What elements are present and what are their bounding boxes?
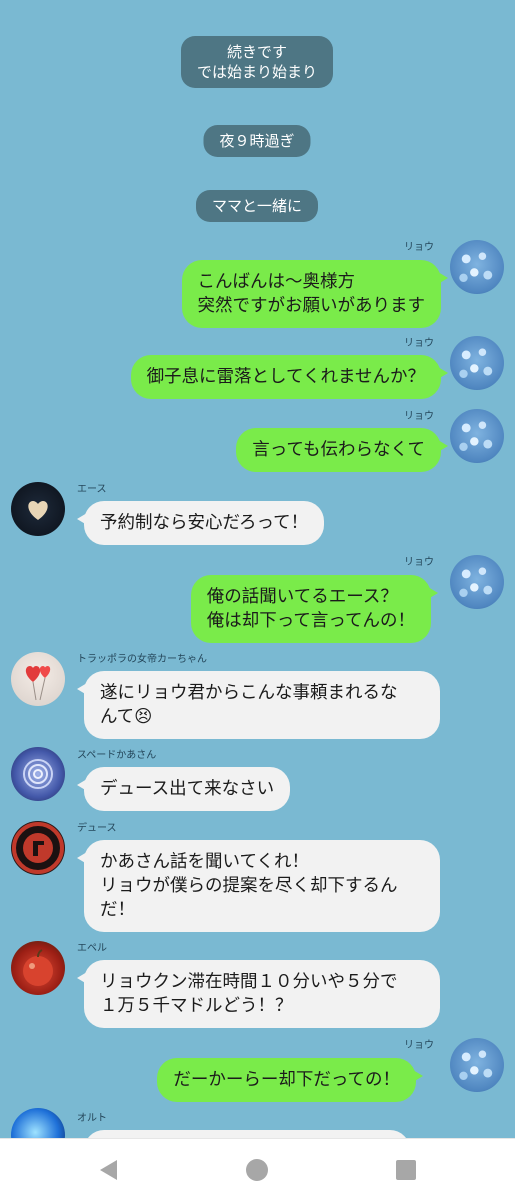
message-bubble[interactable]: 俺の話聞いてるエース？ 俺は却下って言ってんの！ xyxy=(190,575,439,643)
avatar[interactable] xyxy=(450,1038,504,1092)
avatar[interactable] xyxy=(11,747,65,801)
recents-button[interactable] xyxy=(393,1157,419,1187)
message-bubble[interactable]: 遂にリョウ君からこんな事頼まれるな んて😣 xyxy=(77,671,440,739)
avatar[interactable] xyxy=(450,240,504,294)
apple-icon xyxy=(23,949,53,986)
heart-balloon-icon xyxy=(25,666,51,701)
sender-name: エペル xyxy=(77,943,107,954)
chat-area[interactable]: 続きです では始まり始まり 夜９時過ぎ ママと一緒に リョウ こんばんは〜奥様方… xyxy=(0,0,515,1138)
message-bubble[interactable]: こんばんは〜奥様方 突然ですがお願いがあります xyxy=(181,260,448,328)
message-bubble[interactable] xyxy=(84,1130,410,1138)
spade-emblem-icon xyxy=(12,822,64,874)
back-button[interactable] xyxy=(96,1157,122,1187)
message-bubble[interactable]: かあさん話を聞いてくれ！ リョウが僕らの提案を尽く却下するん だ！ xyxy=(77,840,440,932)
sender-name: デュース xyxy=(77,823,117,834)
message-bubble[interactable]: 御子息に雷落としてくれませんか？ xyxy=(130,355,449,399)
message-bubble[interactable]: デュース出て来なさい xyxy=(76,767,291,811)
sender-name: スペードかあさん xyxy=(77,750,157,761)
avatar[interactable] xyxy=(11,821,65,875)
sender-name: リョウ xyxy=(404,242,434,253)
rose-icon xyxy=(23,759,53,789)
sender-name: リョウ xyxy=(404,338,434,349)
avatar[interactable] xyxy=(450,409,504,463)
message-bubble[interactable]: 予約制なら安心だろって！ xyxy=(76,501,325,545)
back-icon xyxy=(100,1160,117,1180)
message-bubble[interactable]: 言っても伝わらなくて xyxy=(236,428,448,472)
message-bubble[interactable]: だーかーらー却下だっての！ xyxy=(157,1058,423,1102)
sender-name: リョウ xyxy=(404,1040,434,1051)
home-button[interactable] xyxy=(244,1157,270,1187)
sender-name: オルト xyxy=(77,1113,107,1124)
system-message: 夜９時過ぎ xyxy=(203,125,311,157)
avatar[interactable] xyxy=(11,652,65,706)
message-bubble[interactable]: リョウクン滞在時間１０分いや５分で １万５千マドルどう！？ xyxy=(77,960,440,1028)
navigation-bar xyxy=(0,1138,515,1201)
system-message: ママと一緒に xyxy=(195,190,319,222)
avatar[interactable] xyxy=(450,555,504,609)
avatar[interactable] xyxy=(11,941,65,995)
sender-name: トラッポラの女帝カーちゃん xyxy=(77,654,207,665)
sender-name: リョウ xyxy=(404,557,434,568)
heart-icon xyxy=(28,501,48,520)
avatar[interactable] xyxy=(11,482,65,536)
recents-icon xyxy=(396,1160,416,1180)
system-message: 続きです では始まり始まり xyxy=(180,36,334,88)
sender-name: リョウ xyxy=(404,411,434,422)
avatar[interactable] xyxy=(450,336,504,390)
sender-name: エース xyxy=(77,484,107,495)
home-icon xyxy=(246,1159,268,1181)
avatar[interactable] xyxy=(11,1108,65,1138)
